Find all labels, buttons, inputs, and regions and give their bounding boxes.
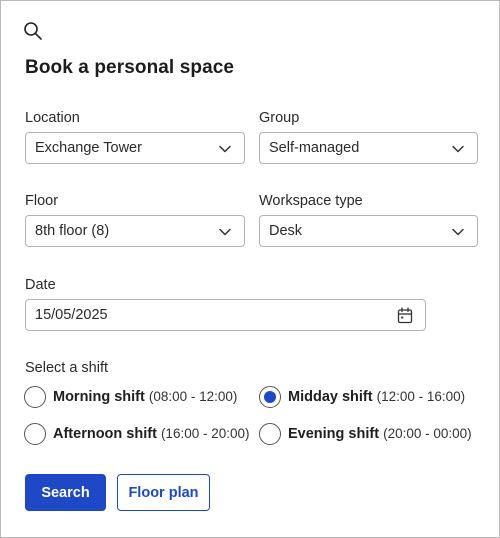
shift-label: Select a shift — [25, 360, 109, 376]
booking-panel: Book a personal space Location Exchange … — [0, 0, 500, 538]
chevron-down-icon — [452, 145, 464, 153]
chevron-down-icon — [219, 145, 231, 153]
radio-morning-shift[interactable]: Morning shift (08:00 - 12:00) — [24, 386, 237, 408]
floor-value: 8th floor (8) — [35, 223, 110, 239]
radio-afternoon-shift[interactable]: Afternoon shift (16:00 - 20:00) — [24, 423, 250, 445]
floor-label: Floor — [25, 193, 59, 209]
date-input[interactable]: 15/05/2025 — [25, 299, 426, 331]
workspace-type-select[interactable]: Desk — [259, 215, 478, 247]
shift-name: Midday shift — [288, 389, 373, 405]
location-label: Location — [25, 110, 80, 126]
location-select[interactable]: Exchange Tower — [25, 132, 245, 164]
search-button[interactable]: Search — [25, 474, 106, 511]
radio-button-selected[interactable] — [259, 386, 281, 408]
shift-name: Evening shift — [288, 426, 380, 442]
location-value: Exchange Tower — [35, 140, 142, 156]
shift-time: (12:00 - 16:00) — [376, 389, 466, 404]
group-value: Self-managed — [269, 140, 360, 156]
search-icon[interactable] — [23, 21, 43, 41]
shift-name: Morning shift — [53, 389, 145, 405]
radio-midday-shift[interactable]: Midday shift (12:00 - 16:00) — [259, 386, 465, 408]
date-value: 15/05/2025 — [35, 307, 108, 323]
group-label: Group — [259, 110, 300, 126]
chevron-down-icon — [452, 228, 464, 236]
workspace-type-value: Desk — [269, 223, 303, 239]
date-label: Date — [25, 277, 56, 293]
radio-evening-shift[interactable]: Evening shift (20:00 - 00:00) — [259, 423, 472, 445]
chevron-down-icon — [219, 228, 231, 236]
workspace-type-label: Workspace type — [259, 193, 363, 209]
calendar-icon[interactable] — [397, 307, 413, 324]
radio-button[interactable] — [259, 423, 281, 445]
radio-button[interactable] — [24, 423, 46, 445]
shift-name: Afternoon shift — [53, 426, 157, 442]
floor-select[interactable]: 8th floor (8) — [25, 215, 245, 247]
shift-time: (08:00 - 12:00) — [148, 389, 238, 404]
shift-time: (16:00 - 20:00) — [160, 426, 250, 441]
shift-time: (20:00 - 00:00) — [383, 426, 472, 441]
radio-button[interactable] — [24, 386, 46, 408]
page-title: Book a personal space — [25, 57, 235, 78]
group-select[interactable]: Self-managed — [259, 132, 478, 164]
floor-plan-button[interactable]: Floor plan — [117, 474, 210, 511]
